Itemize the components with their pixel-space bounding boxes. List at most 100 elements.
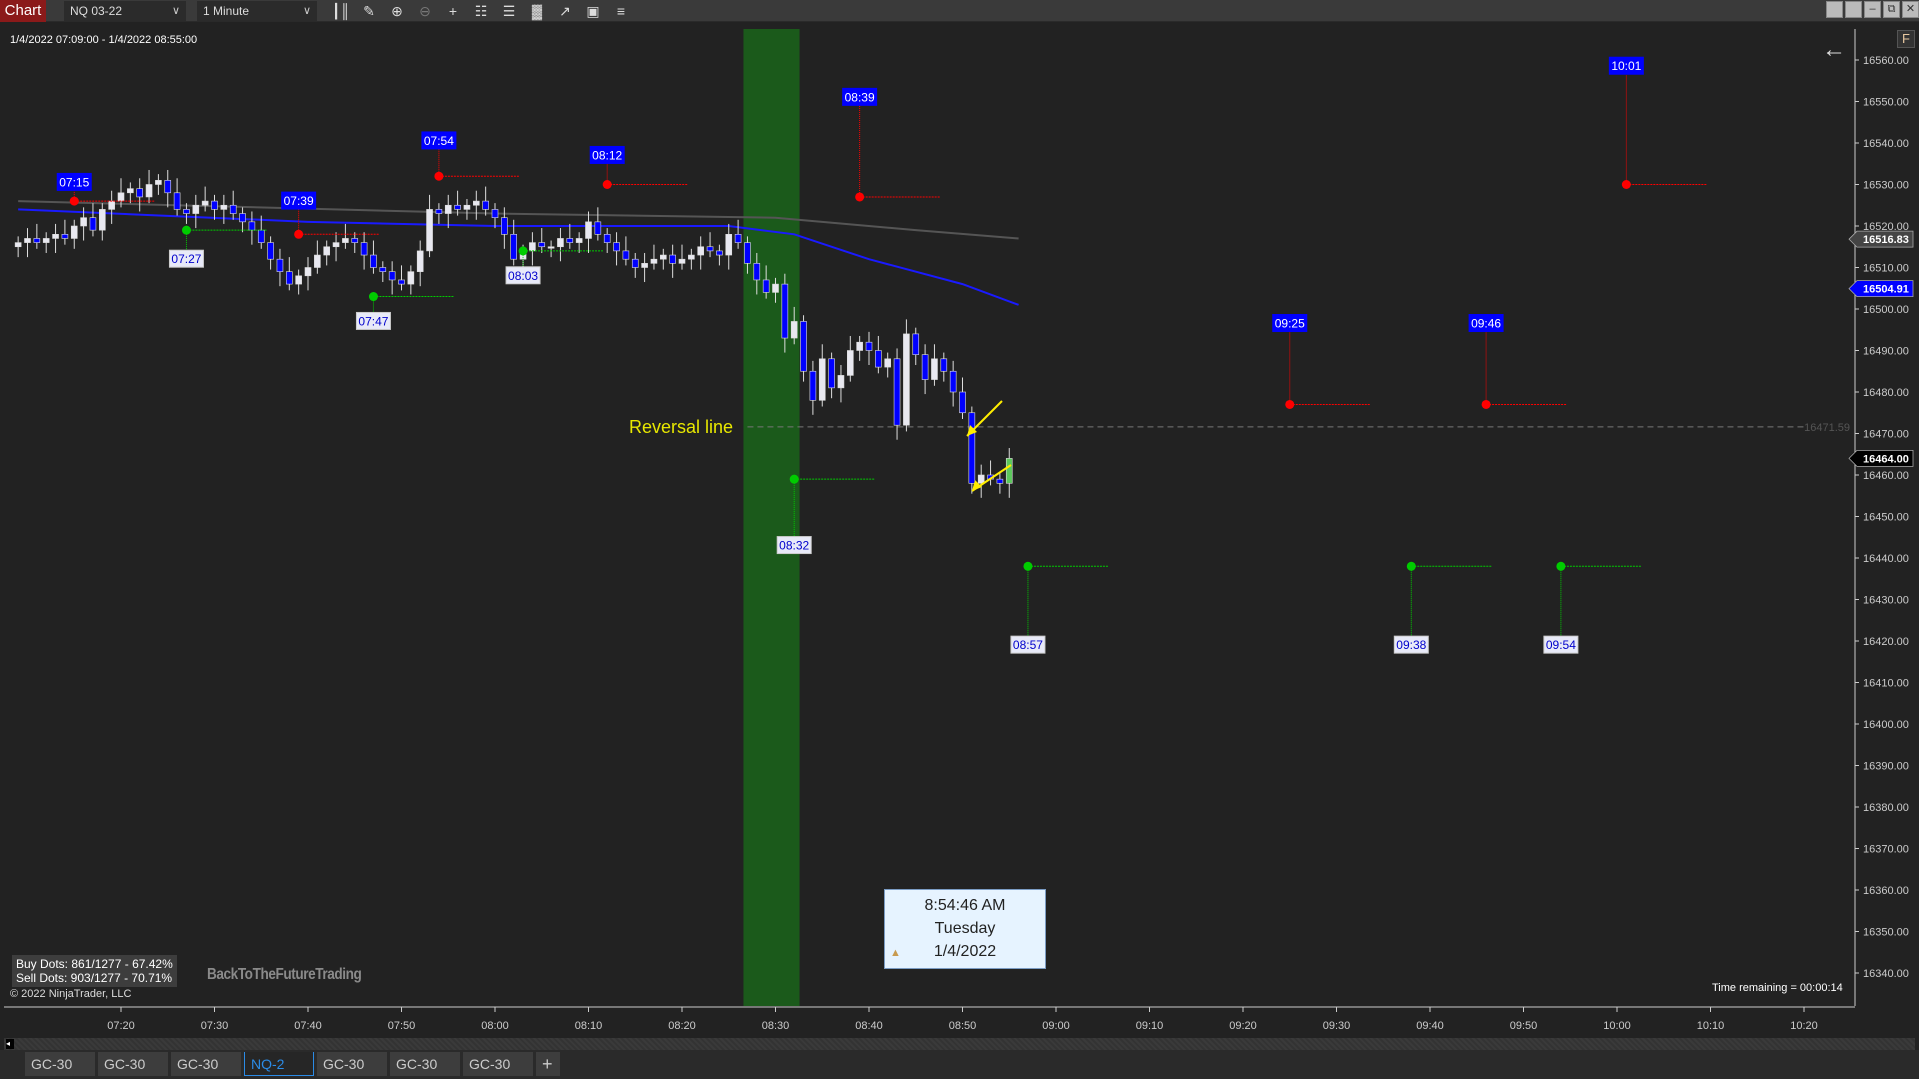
f-button[interactable]: F: [1897, 30, 1915, 48]
tab-gc-30[interactable]: GC-30: [98, 1052, 168, 1076]
sell-signal-label: 08:12: [592, 148, 622, 162]
chevron-down-icon: ∨: [171, 5, 180, 17]
sell-signal-label: 09:46: [1471, 317, 1501, 331]
price-tick-label: 16400.00: [1863, 719, 1909, 731]
tab-gc-30[interactable]: GC-30: [463, 1052, 533, 1076]
candle-body: [959, 391, 966, 414]
buy-signal-label: 08:32: [779, 539, 809, 553]
candle-body: [220, 204, 228, 210]
watermark: BackToTheFutureTrading: [207, 966, 362, 983]
candle-body: [33, 238, 41, 243]
price-tick-label: 16460.00: [1863, 470, 1909, 482]
candle-body: [201, 200, 209, 206]
tab-gc-30[interactable]: GC-30: [390, 1052, 460, 1076]
minimize-icon[interactable]: –: [1864, 1, 1881, 18]
candle-body: [127, 188, 134, 194]
price-tick-label: 16500.00: [1863, 304, 1909, 316]
chart-trader-icon[interactable]: ☰: [498, 1, 520, 21]
candle-body: [435, 209, 443, 214]
price-tick-label: 16490.00: [1863, 346, 1909, 358]
instrument-value: NQ 03-22: [70, 4, 123, 18]
candle-body: [454, 204, 461, 210]
candle-body: [108, 200, 115, 210]
buy-signal-label: 07:47: [358, 314, 388, 328]
candle-body: [491, 209, 499, 218]
horizontal-scrollbar[interactable]: ◂: [4, 1038, 1915, 1050]
candle-body: [529, 242, 536, 252]
price-tick-label: 16440.00: [1863, 553, 1909, 565]
price-chart[interactable]: 16340.00 16350.00 16360.00 16370.00 16380.00…: [0, 23, 1919, 1038]
candle-body: [818, 358, 826, 401]
buy-dot: [789, 474, 799, 484]
properties-icon[interactable]: ▣: [582, 1, 604, 21]
candle-body: [931, 358, 938, 380]
sell-signal-label: 07:15: [59, 175, 89, 189]
candle-body: [276, 258, 284, 272]
chart-menu-button[interactable]: Chart: [0, 0, 46, 22]
candle-body: [155, 180, 162, 185]
time-tick-label: 07:40: [294, 1020, 322, 1032]
drawing-tool-icon[interactable]: ✎: [358, 1, 380, 21]
zoom-out-icon[interactable]: ⊖: [414, 1, 436, 21]
instrument-selector[interactable]: NQ 03-22 ∨: [64, 1, 186, 21]
sell-dot: [294, 229, 304, 239]
price-tick-label: 16470.00: [1863, 429, 1909, 441]
candle-body: [482, 200, 489, 210]
strategies-icon[interactable]: ▓: [526, 1, 548, 21]
candle-body: [753, 263, 761, 281]
candle-body: [875, 350, 882, 368]
templates-icon[interactable]: ≡: [610, 1, 632, 21]
restore-icon[interactable]: ⧉: [1883, 1, 1900, 18]
candle-body: [921, 354, 929, 380]
tab-nq-2[interactable]: NQ-2: [244, 1052, 314, 1076]
buy-dots-stat: Buy Dots: 861/1277 - 67.42%: [16, 957, 173, 971]
candle-body: [89, 217, 97, 231]
candle-body: [426, 209, 433, 252]
candle-body: [566, 238, 574, 243]
candle-body: [893, 358, 901, 426]
tile-icon[interactable]: [1845, 1, 1862, 18]
price-tick-label: 16340.00: [1863, 968, 1909, 980]
candle-body: [52, 234, 59, 239]
candle-body: [734, 234, 742, 243]
tab-gc-30[interactable]: GC-30: [317, 1052, 387, 1076]
price-tick-label: 16380.00: [1863, 802, 1909, 814]
candle-body: [884, 358, 892, 368]
candle-body: [781, 283, 789, 339]
sell-signal-label: 08:39: [845, 90, 875, 104]
data-box-icon[interactable]: ☷: [470, 1, 492, 21]
tile-icon[interactable]: [1826, 1, 1843, 18]
time-tick-label: 09:00: [1042, 1020, 1070, 1032]
bar-type-icon[interactable]: ┃║: [330, 1, 352, 21]
candle-body: [398, 279, 405, 285]
reversal-line-label: Reversal line: [629, 417, 734, 437]
candle-body: [809, 370, 817, 401]
candle-body: [145, 184, 153, 198]
sell-signal-label: 09:25: [1275, 317, 1305, 331]
close-icon[interactable]: ✕: [1902, 1, 1919, 18]
add-tab-button[interactable]: +: [536, 1052, 560, 1076]
interval-selector[interactable]: 1 Minute ∨: [197, 1, 317, 21]
plot-area: [4, 29, 1855, 1006]
zoom-in-icon[interactable]: ⊕: [386, 1, 408, 21]
price-tick-label: 16420.00: [1863, 636, 1909, 648]
scroll-left-icon[interactable]: ◂: [6, 1039, 14, 1049]
tab-gc-30[interactable]: GC-30: [171, 1052, 241, 1076]
price-tick-label: 16560.00: [1863, 55, 1909, 67]
time-tick-label: 09:40: [1416, 1020, 1444, 1032]
candle-body: [790, 321, 798, 339]
time-tick-label: 08:10: [575, 1020, 603, 1032]
candle-body: [856, 341, 863, 351]
indicators-icon[interactable]: ↗: [554, 1, 576, 21]
copyright: © 2022 NinjaTrader, LLC: [10, 988, 132, 1000]
time-tooltip: 8:54:46 AM Tuesday 1/4/2022 ▲: [884, 889, 1046, 969]
tab-gc-30[interactable]: GC-30: [25, 1052, 95, 1076]
candle-body: [594, 221, 602, 235]
time-remaining: Time remaining = 00:00:14: [1712, 982, 1843, 994]
candle-body: [575, 238, 583, 243]
time-tick-label: 08:00: [481, 1020, 509, 1032]
back-arrow-icon[interactable]: ←: [1822, 36, 1846, 64]
candle-body: [762, 279, 770, 293]
candle-body: [557, 238, 564, 248]
crosshair-icon[interactable]: +: [442, 1, 464, 21]
